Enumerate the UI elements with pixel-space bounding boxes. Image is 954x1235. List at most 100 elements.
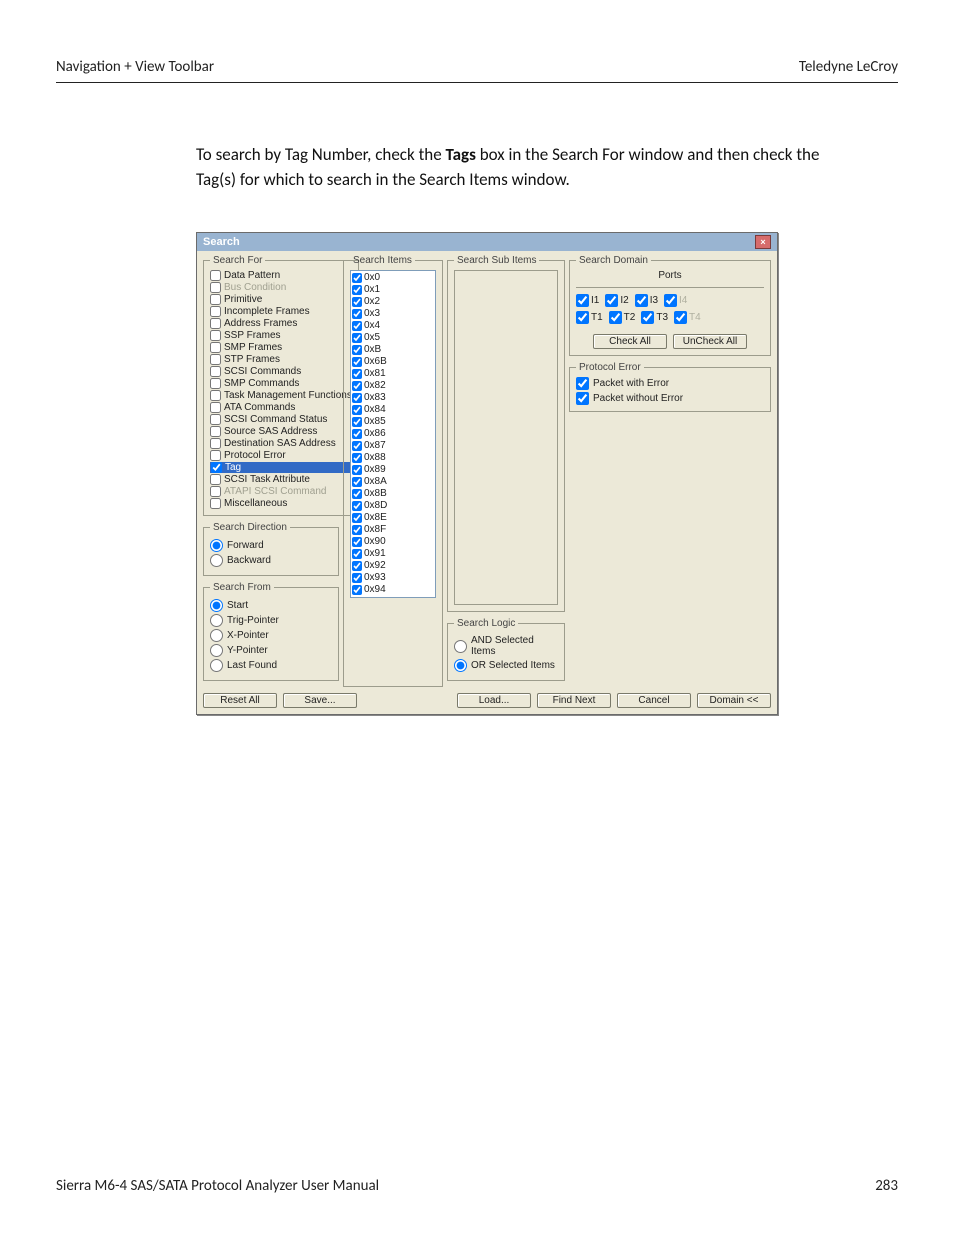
search-item[interactable]: 0x92 — [352, 560, 434, 572]
search-item[interactable]: 0x82 — [352, 380, 434, 392]
search-for-item[interactable]: Bus Condition — [210, 282, 352, 293]
search-for-checkbox[interactable] — [210, 282, 221, 293]
search-item-checkbox[interactable] — [352, 549, 362, 559]
search-item-checkbox[interactable] — [352, 513, 362, 523]
search-item-checkbox[interactable] — [352, 369, 362, 379]
search-item[interactable]: 0x85 — [352, 416, 434, 428]
search-from-option[interactable]: Start — [210, 599, 332, 612]
search-item[interactable]: 0x81 — [352, 368, 434, 380]
search-item[interactable]: 0x93 — [352, 572, 434, 584]
search-for-checkbox[interactable] — [210, 306, 221, 317]
search-item-checkbox[interactable] — [352, 297, 362, 307]
port-option[interactable]: T4 — [674, 311, 701, 324]
search-item[interactable]: 0x4 — [352, 320, 434, 332]
search-items-listbox[interactable]: 0x00x10x20x30x40x50xB0x6B0x810x820x830x8… — [350, 270, 436, 598]
protocol-error-option[interactable]: Packet without Error — [576, 392, 764, 405]
search-direction-radio[interactable] — [210, 539, 223, 552]
search-from-radio[interactable] — [210, 659, 223, 672]
search-item[interactable]: 0x8D — [352, 500, 434, 512]
search-from-radio[interactable] — [210, 599, 223, 612]
search-for-item[interactable]: Miscellaneous — [210, 498, 352, 509]
search-item[interactable]: 0x1 — [352, 284, 434, 296]
search-for-checkbox[interactable] — [210, 378, 221, 389]
search-from-radio[interactable] — [210, 629, 223, 642]
port-option[interactable]: T3 — [641, 311, 668, 324]
search-item-checkbox[interactable] — [352, 597, 362, 598]
search-for-item[interactable]: ATA Commands — [210, 402, 352, 413]
search-for-checkbox[interactable] — [210, 354, 221, 365]
search-from-radio[interactable] — [210, 614, 223, 627]
search-for-item[interactable]: Incomplete Frames — [210, 306, 352, 317]
search-for-item[interactable]: SCSI Task Attribute — [210, 474, 352, 485]
search-for-item[interactable]: Primitive — [210, 294, 352, 305]
search-item-checkbox[interactable] — [352, 393, 362, 403]
search-for-checkbox[interactable] — [210, 474, 221, 485]
port-option[interactable]: I4 — [664, 294, 687, 307]
port-option[interactable]: T2 — [609, 311, 636, 324]
search-item[interactable]: 0x8B — [352, 488, 434, 500]
search-for-checkbox[interactable] — [210, 366, 221, 377]
search-for-checkbox[interactable] — [210, 438, 221, 449]
search-item-checkbox[interactable] — [352, 417, 362, 427]
cancel-button[interactable]: Cancel — [617, 693, 691, 708]
search-item[interactable]: 0x2 — [352, 296, 434, 308]
search-item-checkbox[interactable] — [352, 477, 362, 487]
domain-button[interactable]: Domain << — [697, 693, 771, 708]
search-for-checkbox[interactable] — [210, 294, 221, 305]
port-option[interactable]: I2 — [605, 294, 628, 307]
port-option[interactable]: I1 — [576, 294, 599, 307]
search-for-checkbox[interactable] — [210, 390, 221, 401]
port-checkbox[interactable] — [641, 311, 654, 324]
dialog-titlebar[interactable]: Search × — [197, 233, 777, 251]
search-item-checkbox[interactable] — [352, 309, 362, 319]
port-checkbox[interactable] — [674, 311, 687, 324]
search-item[interactable]: 0x88 — [352, 452, 434, 464]
search-item[interactable]: 0x84 — [352, 404, 434, 416]
protocol-error-option[interactable]: Packet with Error — [576, 377, 764, 390]
search-for-item[interactable]: Source SAS Address — [210, 426, 352, 437]
search-item-checkbox[interactable] — [352, 537, 362, 547]
search-item-checkbox[interactable] — [352, 429, 362, 439]
search-item-checkbox[interactable] — [352, 453, 362, 463]
search-for-checkbox[interactable] — [210, 414, 221, 425]
search-for-item[interactable]: SSP Frames — [210, 330, 352, 341]
search-item[interactable]: 0x5 — [352, 332, 434, 344]
save-button[interactable]: Save... — [283, 693, 357, 708]
search-item[interactable]: 0x8F — [352, 524, 434, 536]
search-from-option[interactable]: Y-Pointer — [210, 644, 332, 657]
search-item-checkbox[interactable] — [352, 441, 362, 451]
search-for-item[interactable]: STP Frames — [210, 354, 352, 365]
search-item-checkbox[interactable] — [352, 525, 362, 535]
search-for-checkbox[interactable] — [210, 330, 221, 341]
search-logic-option[interactable]: AND Selected Items — [454, 635, 558, 657]
port-checkbox[interactable] — [609, 311, 622, 324]
search-item-checkbox[interactable] — [352, 381, 362, 391]
search-for-item[interactable]: ATAPI SCSI Command — [210, 486, 352, 497]
reset-all-button[interactable]: Reset All — [203, 693, 277, 708]
port-checkbox[interactable] — [576, 311, 589, 324]
load-button[interactable]: Load... — [457, 693, 531, 708]
protocol-error-checkbox[interactable] — [576, 392, 589, 405]
uncheck-all-button[interactable]: UnCheck All — [673, 334, 747, 349]
search-item-checkbox[interactable] — [352, 357, 362, 367]
search-for-checkbox[interactable] — [210, 318, 221, 329]
search-direction-option[interactable]: Backward — [210, 554, 332, 567]
search-item[interactable]: 0x91 — [352, 548, 434, 560]
search-item-checkbox[interactable] — [352, 405, 362, 415]
search-item-checkbox[interactable] — [352, 573, 362, 583]
search-for-item[interactable]: Destination SAS Address — [210, 438, 352, 449]
search-item[interactable]: 0x8A — [352, 476, 434, 488]
search-item-checkbox[interactable] — [352, 273, 362, 283]
search-for-checkbox[interactable] — [210, 402, 221, 413]
search-for-checkbox[interactable] — [210, 498, 221, 509]
search-for-checkbox[interactable] — [211, 462, 222, 473]
search-item[interactable]: 0x83 — [352, 392, 434, 404]
search-for-checkbox[interactable] — [210, 270, 221, 281]
search-item[interactable]: 0x90 — [352, 536, 434, 548]
search-for-item[interactable]: Data Pattern — [210, 270, 352, 281]
search-item-checkbox[interactable] — [352, 285, 362, 295]
port-checkbox[interactable] — [664, 294, 677, 307]
search-item[interactable]: 0xB — [352, 344, 434, 356]
search-for-item[interactable]: SCSI Command Status — [210, 414, 352, 425]
protocol-error-checkbox[interactable] — [576, 377, 589, 390]
